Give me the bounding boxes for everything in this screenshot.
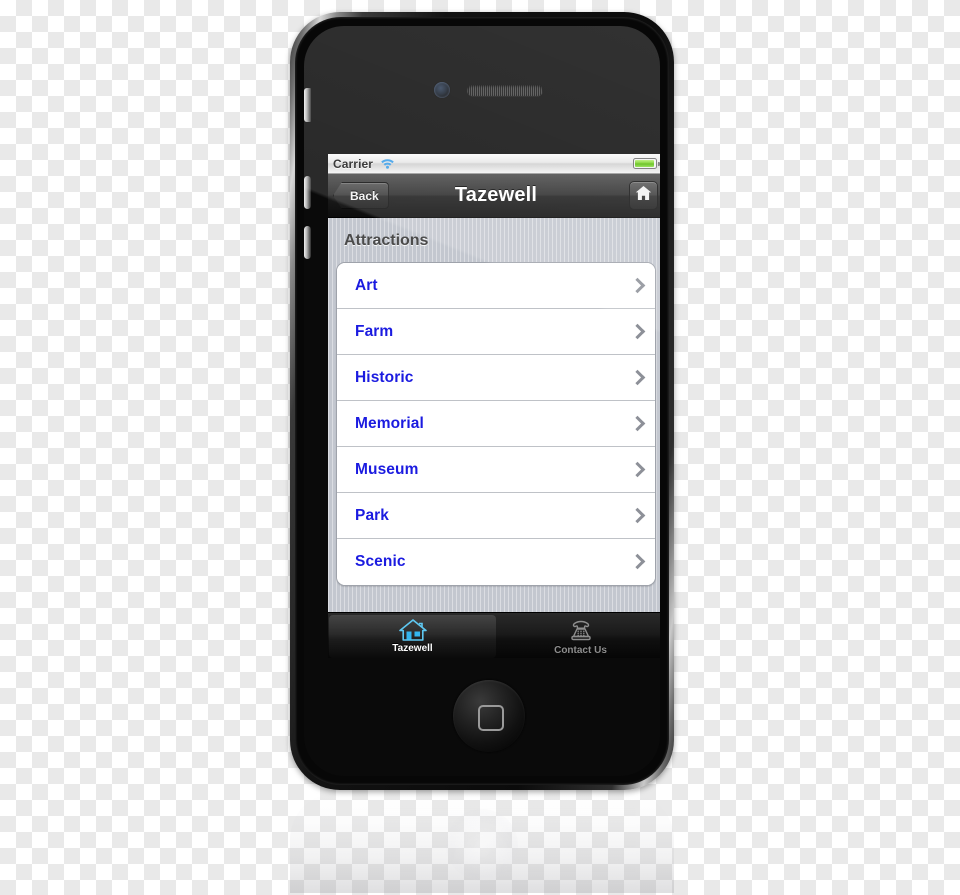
list-item-label: Farm xyxy=(355,322,394,340)
home-icon xyxy=(635,185,652,206)
list-item[interactable]: Park xyxy=(337,493,655,539)
tab-contact-us[interactable]: Contact Us xyxy=(497,613,660,658)
list-item[interactable]: Historic xyxy=(337,355,655,401)
page-title: Tazewell xyxy=(454,184,538,206)
wifi-icon xyxy=(380,158,395,169)
tab-label: Contact Us xyxy=(554,645,607,656)
home-nav-button[interactable] xyxy=(629,181,658,210)
tab-tazewell[interactable]: Tazewell xyxy=(329,615,496,658)
list-item[interactable]: Art xyxy=(337,263,655,309)
back-button[interactable]: Back xyxy=(333,182,389,209)
silent-switch[interactable] xyxy=(304,88,311,122)
list-item[interactable]: Museum xyxy=(337,447,655,493)
phone-screen: Carrier Back Tazewell Attractions Art Fa… xyxy=(328,154,660,658)
list-item[interactable]: Scenic xyxy=(337,539,655,585)
list-item-label: Art xyxy=(355,276,378,294)
iphone-device: Carrier Back Tazewell Attractions Art Fa… xyxy=(278,12,686,792)
list-item-label: Museum xyxy=(355,460,419,478)
list-item-label: Memorial xyxy=(355,414,424,432)
chevron-right-icon xyxy=(632,462,641,478)
list-item[interactable]: Farm xyxy=(337,309,655,355)
chevron-right-icon xyxy=(632,324,641,340)
telephone-icon xyxy=(566,619,596,644)
chevron-right-icon xyxy=(632,508,641,524)
attractions-list: Art Farm Historic Memorial Museum Park S… xyxy=(336,262,656,586)
navigation-bar: Back Tazewell xyxy=(328,174,660,218)
device-chassis: Carrier Back Tazewell Attractions Art Fa… xyxy=(290,12,674,790)
back-button-label: Back xyxy=(350,188,379,203)
volume-down-button[interactable] xyxy=(304,226,311,259)
list-item-label: Park xyxy=(355,506,390,524)
tab-bar: Tazewell Contact Us xyxy=(328,612,660,658)
battery-icon xyxy=(633,158,660,169)
carrier-label: Carrier xyxy=(333,156,374,171)
chevron-right-icon xyxy=(632,416,641,432)
list-item-label: Scenic xyxy=(355,553,406,570)
status-bar: Carrier xyxy=(328,154,660,174)
front-camera-icon xyxy=(434,82,450,98)
device-bezel-outer: Carrier Back Tazewell Attractions Art Fa… xyxy=(295,17,669,785)
list-item-label: Historic xyxy=(355,368,414,386)
earpiece-speaker-icon xyxy=(467,85,543,96)
home-button-glyph xyxy=(478,705,504,731)
content-area: Attractions Art Farm Historic Memorial M… xyxy=(328,218,660,612)
house-icon xyxy=(398,617,428,642)
chevron-right-icon xyxy=(632,278,641,294)
tab-label: Tazewell xyxy=(392,643,433,654)
device-mirror-reflection xyxy=(290,793,674,893)
home-button[interactable] xyxy=(453,680,525,752)
device-front-face: Carrier Back Tazewell Attractions Art Fa… xyxy=(304,26,660,776)
section-title: Attractions xyxy=(344,232,429,249)
chevron-right-icon xyxy=(632,370,641,386)
chevron-right-icon xyxy=(632,554,641,570)
list-item[interactable]: Memorial xyxy=(337,401,655,447)
volume-up-button[interactable] xyxy=(304,176,311,209)
